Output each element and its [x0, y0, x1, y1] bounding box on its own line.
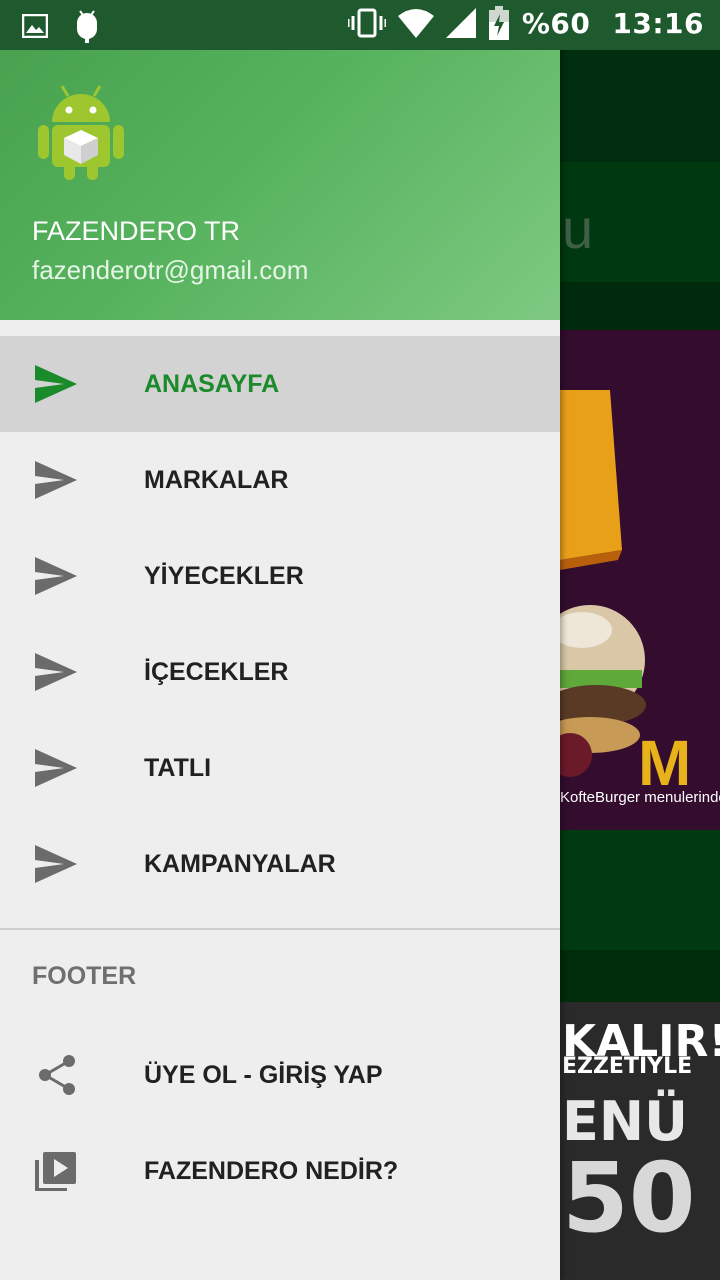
send-icon — [35, 461, 77, 499]
wifi-icon — [397, 9, 434, 38]
menu-item-label: YİYECEKLER — [144, 562, 304, 590]
send-icon — [35, 557, 77, 595]
account-email: fazenderotr@gmail.com — [32, 255, 309, 285]
send-icon — [35, 653, 77, 691]
share-icon — [39, 1055, 75, 1095]
footer-heading: FOOTER — [32, 962, 137, 990]
menu-item-register-login[interactable]: ÜYE OL - GİRİŞ YAP — [0, 1027, 560, 1123]
android-debug-icon — [77, 10, 97, 43]
account-name: FAZENDERO TR — [32, 216, 241, 246]
android-avatar-icon — [38, 85, 124, 180]
menu-item-label: İÇECEKLER — [144, 658, 289, 686]
menu-item-anasayfa[interactable]: ANASAYFA — [0, 336, 560, 432]
status-bar: %60 13:16 — [0, 0, 720, 50]
drawer-header: FAZENDERO TR fazenderotr@gmail.com — [0, 50, 560, 320]
background-section — [560, 830, 720, 950]
menu-item-label: TATLI — [144, 754, 212, 782]
divider — [0, 928, 560, 930]
vibrate-icon — [347, 8, 386, 38]
navigation-drawer: FAZENDERO TR fazenderotr@gmail.com ANASA… — [0, 0, 560, 1280]
send-icon — [35, 845, 77, 883]
menu-item-what-is-fazendero[interactable]: FAZENDERO NEDİR? — [0, 1123, 560, 1219]
menu-item-markalar[interactable]: MARKALAR — [0, 432, 560, 528]
drawer-menu: ANASAYFA MARKALAR YİYECEKLER İÇECEKLER T… — [0, 336, 560, 912]
menu-item-kampanyalar[interactable]: KAMPANYALAR — [0, 816, 560, 912]
footer-menu: ÜYE OL - GİRİŞ YAP FAZENDERO NEDİR? — [0, 1027, 560, 1219]
background-spacer — [560, 282, 720, 330]
background-spacer-2 — [560, 950, 720, 1002]
send-icon — [35, 749, 77, 787]
ad-line-2: EZZETİYLE — [562, 1054, 693, 1079]
menu-item-icecekler[interactable]: İÇECEKLER — [0, 624, 560, 720]
menu-item-label: KAMPANYALAR — [144, 850, 336, 878]
video-library-icon — [35, 1152, 76, 1191]
battery-percent: %60 — [521, 6, 591, 40]
background-ad-burger: M KofteBurger menulerinde — [560, 330, 720, 830]
background-toolbar — [560, 50, 720, 162]
background-title-text: u — [562, 197, 594, 260]
image-icon — [22, 14, 48, 38]
send-icon — [35, 365, 77, 403]
ad-caption: KofteBurger menulerinde — [560, 789, 720, 806]
signal-icon — [445, 8, 476, 38]
menu-item-yiyecekler[interactable]: YİYECEKLER — [0, 528, 560, 624]
menu-item-tatli[interactable]: TATLI — [0, 720, 560, 816]
battery-icon — [488, 6, 509, 40]
background-ad-menu: KALIR! EZZETİYLE ENÜ 50 — [560, 1002, 720, 1280]
ad-line-4: 50 — [562, 1142, 696, 1254]
clock: 13:16 — [612, 6, 704, 40]
menu-item-label: ANASAYFA — [144, 370, 280, 398]
menu-item-label: FAZENDERO NEDİR? — [144, 1157, 399, 1185]
burger-ad-image: M — [560, 390, 691, 799]
menu-item-label: MARKALAR — [144, 466, 289, 494]
menu-item-label: ÜYE OL - GİRİŞ YAP — [144, 1061, 383, 1089]
